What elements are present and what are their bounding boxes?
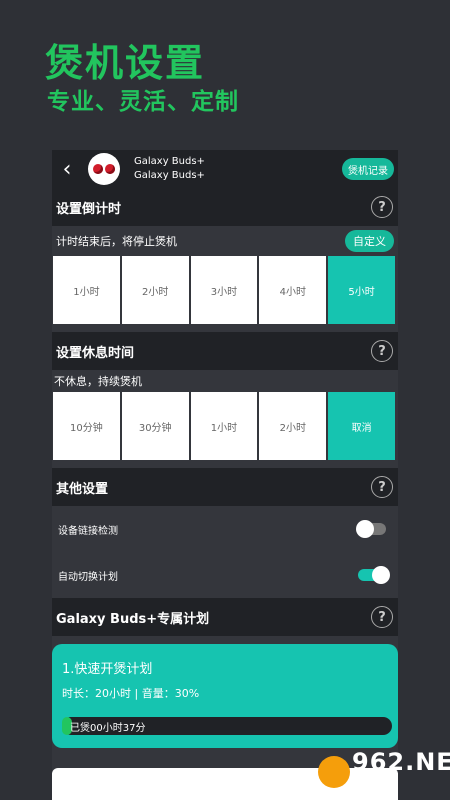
setting-label: 设备链接检测 [58, 525, 118, 537]
setting-row: 自动切换计划 [52, 552, 398, 598]
progress-bar: 已煲00小时37分 [62, 717, 392, 735]
rest-title: 设置休息时间 [56, 345, 135, 361]
rest-options: 10分钟 30分钟 1小时 2小时 取消 [52, 392, 398, 460]
countdown-options: 1小时 2小时 3小时 4小时 5小时 [52, 256, 398, 324]
rest-option-selected[interactable]: 取消 [328, 392, 395, 460]
setting-label: 自动切换计划 [58, 571, 118, 583]
other-header: 其他设置 ? [52, 468, 398, 506]
rest-option[interactable]: 2小时 [259, 392, 327, 460]
other-title: 其他设置 [56, 481, 109, 497]
custom-button[interactable]: 自定义 [345, 230, 394, 252]
countdown-option[interactable]: 4小时 [259, 256, 327, 324]
countdown-option[interactable]: 2小时 [121, 256, 189, 324]
countdown-desc: 计时结束后，将停止煲机 [56, 235, 177, 248]
burn-record-button[interactable]: 煲机记录 [342, 158, 394, 180]
auto-switch-toggle[interactable] [358, 566, 390, 584]
rest-header: 设置休息时间 ? [52, 332, 398, 370]
rest-option[interactable]: 1小时 [190, 392, 258, 460]
device-model: Galaxy Buds+ [134, 170, 205, 181]
countdown-option[interactable]: 1小时 [53, 256, 120, 324]
help-icon[interactable]: ? [371, 476, 393, 498]
countdown-title: 设置倒计时 [56, 201, 122, 217]
countdown-header: 设置倒计时 ? [52, 188, 398, 226]
link-detect-toggle[interactable] [356, 520, 386, 538]
watermark: 962.NET 乐游网 [316, 748, 450, 794]
device-name: Galaxy Buds+ [134, 156, 205, 167]
help-icon[interactable]: ? [371, 340, 393, 362]
help-icon[interactable]: ? [371, 606, 393, 628]
plan-info: 时长：20小时 | 音量：30% [62, 687, 200, 700]
device-info: Galaxy Buds+ Galaxy Buds+ [134, 155, 205, 183]
promo-subtitle: 专业、灵活、定制 [47, 89, 239, 115]
promo-title: 煲机设置 [45, 41, 206, 85]
chevron-left-icon[interactable]: ‹ [52, 150, 82, 188]
setting-row: 设备链接检测 [52, 506, 398, 552]
plans-header: Galaxy Buds+专属计划 ? [52, 598, 398, 636]
progress-label: 已煲00小时37分 [70, 723, 146, 734]
plan-card[interactable]: 1.快速开煲计划 时长：20小时 | 音量：30% 已煲00小时37分 [52, 644, 398, 748]
app-screen: ‹ Galaxy Buds+ Galaxy Buds+ 煲机记录 设置倒计时 ?… [52, 150, 398, 800]
rest-desc-row: 不休息，持续煲机 [52, 370, 398, 392]
countdown-option-selected[interactable]: 5小时 [328, 256, 395, 324]
help-icon[interactable]: ? [371, 196, 393, 218]
rest-option[interactable]: 10分钟 [53, 392, 120, 460]
rest-desc: 不休息，持续煲机 [54, 375, 142, 388]
watermark-text: 乐游网 [354, 778, 387, 791]
watermark-number: 962.NET [352, 748, 450, 776]
device-avatar [88, 153, 120, 185]
top-bar: ‹ Galaxy Buds+ Galaxy Buds+ 煲机记录 [52, 150, 398, 188]
countdown-option[interactable]: 3小时 [190, 256, 258, 324]
rest-option[interactable]: 30分钟 [121, 392, 189, 460]
countdown-desc-row: 计时结束后，将停止煲机 自定义 [52, 226, 398, 256]
plans-title: Galaxy Buds+专属计划 [56, 611, 210, 627]
plan-name: 1.快速开煲计划 [62, 662, 153, 677]
watermark-logo-icon [318, 756, 350, 788]
